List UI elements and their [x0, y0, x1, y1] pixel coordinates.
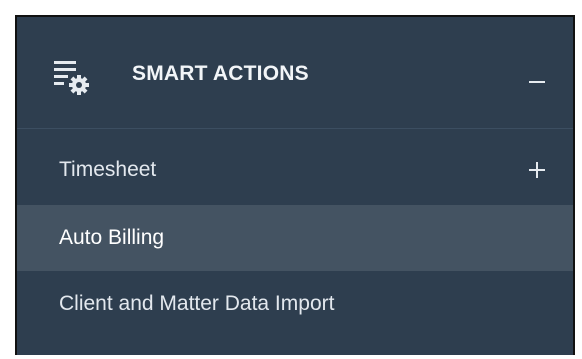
list-settings-icon — [52, 57, 92, 97]
menu-item-auto-billing[interactable]: Auto Billing — [17, 205, 573, 271]
menu-item-label: Client and Matter Data Import — [59, 292, 335, 315]
panel-title: SMART ACTIONS — [132, 62, 309, 85]
plus-icon[interactable] — [527, 160, 547, 180]
menu-item-label: Timesheet — [59, 158, 157, 181]
minus-icon[interactable] — [527, 72, 547, 92]
menu-item-label: Auto Billing — [59, 226, 165, 249]
menu-item-client-matter-import[interactable]: Client and Matter Data Import — [17, 271, 573, 337]
menu-item-timesheet[interactable]: Timesheet — [17, 137, 573, 203]
smart-actions-panel: SMART ACTIONS Timesheet Auto Billing Cli… — [15, 15, 575, 355]
panel-header[interactable]: SMART ACTIONS — [17, 17, 573, 129]
